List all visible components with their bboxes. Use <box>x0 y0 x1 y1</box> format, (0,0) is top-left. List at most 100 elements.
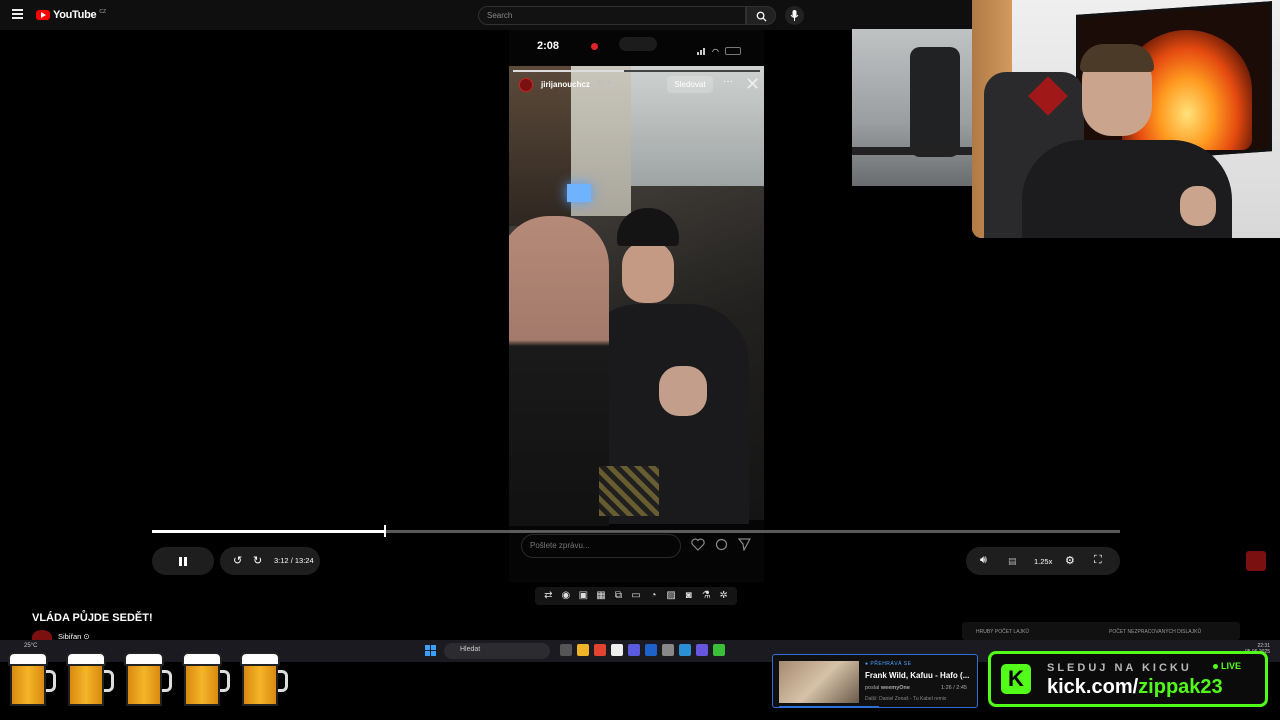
hamburger-menu-icon[interactable] <box>12 9 23 19</box>
loop-icon[interactable]: ⇄ <box>541 590 556 602</box>
live-badge: LIVE <box>1213 661 1241 671</box>
discord-icon[interactable] <box>696 644 708 656</box>
fullscreen-icon[interactable]: ⛶ <box>1094 554 1102 567</box>
close-icon[interactable]: ✕ <box>745 74 760 94</box>
wifi-icon: ◠ <box>712 46 719 56</box>
brave-icon[interactable] <box>594 644 606 656</box>
scene-monitor <box>567 184 591 202</box>
beer-mug-icon <box>66 652 114 708</box>
microphone-icon <box>790 10 799 21</box>
desk <box>852 147 972 155</box>
secondary-webcam <box>852 29 972 186</box>
streamer-webcam <box>972 0 1280 238</box>
battery-icon <box>724 47 741 55</box>
follow-button[interactable]: Sledovat <box>667 76 713 93</box>
search-button[interactable] <box>746 6 776 25</box>
story-avatar[interactable] <box>519 78 533 92</box>
overlay-icon[interactable]: ▣ <box>576 590 591 602</box>
song-time: 1:26 / 2:45 <box>941 685 967 691</box>
playback-speed[interactable]: 1.25x <box>1034 557 1052 566</box>
video-progress-bar[interactable] <box>152 525 1120 537</box>
send-icon[interactable] <box>738 538 751 551</box>
windows-start-icon[interactable] <box>425 645 436 656</box>
flask-icon[interactable]: ⚗ <box>699 590 714 602</box>
posted-user: weemyOne <box>880 685 910 691</box>
audio-icon[interactable]: ◉ <box>559 590 574 602</box>
editor-icon[interactable] <box>645 644 657 656</box>
phone-time: 2:08 <box>537 40 560 52</box>
beer-mug-icon <box>124 652 172 708</box>
forward-icon[interactable]: ↻ <box>253 554 262 567</box>
kick-url-prefix: kick.com/ <box>1047 676 1139 698</box>
beer-mug-icon <box>8 652 56 708</box>
taskbar-apps <box>560 644 725 656</box>
search-icon <box>756 11 767 22</box>
weather-widget[interactable]: 25°C <box>24 643 37 649</box>
pause-button[interactable] <box>152 547 214 575</box>
video-title: VLÁDA PŮJDE SEDĚT! <box>32 612 153 624</box>
scene-hand <box>659 366 707 416</box>
speed-icon[interactable]: ◔ <box>646 590 661 602</box>
subtitles-icon[interactable]: ▤ <box>1008 556 1017 567</box>
recording-dot-icon <box>591 43 598 50</box>
camera-icon[interactable]: ◙ <box>681 590 696 602</box>
youtube-country-code: CZ <box>99 9 106 15</box>
kick-tagline: SLEDUJ NA KICKU <box>1047 662 1192 674</box>
likes-overlay-panel: HRUBÝ POČET LAJKŮ POČET NEZPRACOVANÝCH D… <box>962 622 1240 640</box>
play-icon[interactable] <box>713 644 725 656</box>
file-explorer-icon[interactable] <box>577 644 589 656</box>
youtube-play-icon <box>36 10 50 20</box>
film-icon[interactable]: ▦ <box>594 590 609 602</box>
notepad-icon[interactable] <box>611 644 623 656</box>
scene-person-head <box>622 241 674 303</box>
message-input[interactable]: Pošlete zprávu... <box>521 534 681 558</box>
story-actions <box>691 538 751 551</box>
likes-label: HRUBÝ POČET LAJKŮ <box>976 629 1029 635</box>
dynamic-island <box>619 37 657 51</box>
kick-logo-icon: K <box>1001 664 1031 694</box>
story-username[interactable]: jirijanouchcz <box>541 80 590 89</box>
right-controls: 🔊︎ ▤ 1.25x ⚙ ⛶ <box>966 547 1120 575</box>
posted-prefix: poslal <box>865 685 880 691</box>
signal-icon <box>697 42 706 60</box>
story-progress-bar <box>513 70 760 72</box>
streamer-hair <box>1080 44 1154 72</box>
more-options-icon[interactable]: ··· <box>723 76 733 87</box>
now-playing-label: ● PŘEHRÁVÁ SE <box>865 661 912 667</box>
comment-icon[interactable] <box>715 538 728 551</box>
song-progress <box>779 706 879 708</box>
rewind-icon[interactable]: ↺ <box>233 554 242 567</box>
task-view-icon[interactable] <box>560 644 572 656</box>
image-icon[interactable]: ▨ <box>664 590 679 602</box>
search-input[interactable]: Search <box>478 6 746 25</box>
app-icon[interactable] <box>628 644 640 656</box>
heart-icon[interactable] <box>691 538 705 551</box>
window-icon[interactable]: ▭ <box>629 590 644 602</box>
store-icon[interactable] <box>679 644 691 656</box>
beer-mug-icon <box>182 652 230 708</box>
youtube-logo[interactable]: YouTube CZ <box>36 9 106 21</box>
progress-fill <box>152 530 385 533</box>
youtube-logo-text: YouTube <box>53 9 97 21</box>
posted-by: poslal weemyOne <box>865 685 910 691</box>
kick-banner: K SLEDUJ NA KICKU LIVE kick.com/zippak23 <box>988 651 1268 707</box>
tools-icon[interactable] <box>662 644 674 656</box>
story-header: jirijanouchcz 17 h Sledovat ··· ✕ <box>509 74 764 96</box>
settings-gear-icon[interactable]: ⚙ <box>1065 554 1075 567</box>
now-playing-widget: ● PŘEHRÁVÁ SE Frank Wild, Kafuu - Hafo (… <box>772 654 978 708</box>
time-display: 3:12 / 13:24 <box>274 556 314 565</box>
beer-mug-icon <box>240 652 288 708</box>
pause-icon <box>179 557 187 566</box>
voice-search-button[interactable] <box>785 6 804 25</box>
phone-status-bar: 2:08 ◠ <box>509 30 764 64</box>
gear-icon[interactable]: ✲ <box>716 590 731 602</box>
taskbar-search[interactable]: Hledat <box>444 643 550 659</box>
volume-icon[interactable]: 🔊︎ <box>980 554 987 567</box>
progress-scrubber[interactable] <box>384 525 387 537</box>
current-time: 3:12 <box>274 556 289 565</box>
capture-toolbar: ⇄ ◉ ▣ ▦ ⧉ ▭ ◔ ▨ ◙ ⚗ ✲ <box>535 587 737 605</box>
next-song: Další: Daniel Zonaš - Tu Kabel remix <box>865 696 947 702</box>
instagram-story-phone: 2:08 ◠ jirijanouchcz 17 h Sledovat ··· ✕… <box>509 30 764 582</box>
crop-icon[interactable]: ⧉ <box>611 590 626 602</box>
song-title: Frank Wild, Kafuu - Hafo (... <box>865 671 970 680</box>
